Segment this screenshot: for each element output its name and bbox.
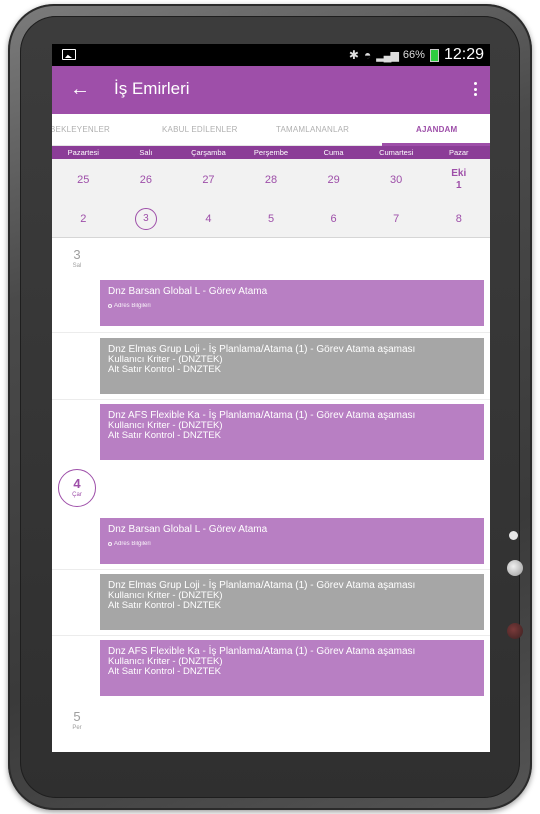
week-calendar: Pazartesi Salı Çarşamba Perşembe Cuma Cu… (52, 146, 490, 238)
calendar-day[interactable]: 7 (365, 202, 428, 236)
camera-sensor (509, 531, 518, 540)
day-name: Salı (139, 148, 153, 157)
clock: 12:29 (443, 46, 484, 63)
calendar-day[interactable]: 30 (365, 161, 428, 199)
calendar-day[interactable]: 4 (177, 202, 240, 236)
calendar-day[interactable]: 28 (240, 161, 303, 199)
overflow-menu-icon[interactable] (472, 79, 478, 99)
calendar-week-row: 25 26 27 28 29 30 Eki 1 (52, 161, 490, 199)
calendar-day[interactable]: 25 (52, 161, 115, 199)
pin-icon (108, 304, 112, 308)
event-address: Adres Bilgileri (108, 303, 476, 309)
status-bar: ✱ ◓ ▂▄▆ 66% 12:29 (52, 44, 490, 66)
event-line: Alt Satır Kontrol - DNZTEK (108, 430, 221, 441)
day-name: Perşembe (253, 148, 289, 157)
day-name: Pazartesi (67, 148, 99, 157)
calendar-day[interactable]: 26 (115, 161, 178, 199)
day-of-week: Sal (72, 263, 82, 269)
side-button[interactable] (507, 560, 523, 576)
bluetooth-icon: ✱ (348, 48, 359, 62)
address-label: Adres Bilgileri (114, 303, 151, 309)
agenda-event[interactable]: Dnz AFS Flexible Ka - İş Planlama/Atama … (100, 640, 484, 696)
tab-bar: BEKLEYENLER KABUL EDİLENLER TAMAMLANANLA… (52, 114, 490, 146)
calendar-day[interactable]: 6 (302, 202, 365, 236)
day-number: 4 (73, 476, 81, 491)
day-number: 3 (73, 247, 81, 262)
address-label: Adres Bilgileri (114, 541, 151, 547)
agenda-event[interactable]: Dnz Elmas Grup Loji - İş Planlama/Atama … (100, 574, 484, 630)
day-name: Pazar (448, 148, 469, 157)
calendar-day[interactable]: 27 (177, 161, 240, 199)
month-day: 1 (455, 180, 462, 191)
day-of-week: Per (72, 725, 82, 731)
agenda-day-label-today: 4 Çar (58, 469, 96, 507)
battery-percent: 66% (402, 49, 425, 61)
calendar-day[interactable]: 5 (240, 202, 303, 236)
month-label: Eki (451, 168, 467, 179)
app-toolbar: ← İş Emirleri (52, 66, 490, 114)
tab-bekleyenler[interactable]: BEKLEYENLER (52, 125, 110, 134)
event-title: Dnz Barsan Global L - Görev Atama (108, 286, 268, 297)
day-number: 5 (73, 709, 81, 724)
tab-ajandam[interactable]: AJANDAM (416, 125, 457, 134)
calendar-day-month-start[interactable]: Eki 1 (427, 161, 490, 199)
agenda-event[interactable]: Dnz Barsan Global L - Görev Atama Adres … (100, 518, 484, 564)
wifi-icon: ◓ (363, 48, 372, 62)
day-name: Cuma (323, 148, 344, 157)
divider (52, 399, 490, 400)
app-screen: ✱ ◓ ▂▄▆ 66% 12:29 ← İş Emirleri BEKLEYEN… (52, 44, 490, 752)
day-name: Çarşamba (191, 148, 226, 157)
calendar-day[interactable]: 2 (52, 202, 115, 236)
page-title: İş Emirleri (114, 79, 190, 98)
event-line: Alt Satır Kontrol - DNZTEK (108, 666, 221, 677)
agenda-event[interactable]: Dnz AFS Flexible Ka - İş Planlama/Atama … (100, 404, 484, 460)
signal-icon: ▂▄▆ (376, 49, 399, 62)
calendar-week-row: 2 3 4 5 6 7 8 (52, 202, 490, 236)
tab-tamamlananlar[interactable]: TAMAMLANANLAR (276, 125, 349, 134)
agenda-day-label: 3 Sal (62, 248, 92, 270)
day-name: Cumartesi (379, 148, 414, 157)
agenda-list: 3 Sal Dnz Barsan Global L - Görev Atama … (52, 238, 490, 752)
day-of-week: Çar (72, 492, 82, 498)
agenda-day-label: 5 Per (62, 710, 92, 732)
event-line: Alt Satır Kontrol - DNZTEK (108, 600, 221, 611)
event-line: Alt Satır Kontrol - DNZTEK (108, 364, 221, 375)
pin-icon (108, 542, 112, 546)
divider (52, 635, 490, 636)
agenda-event[interactable]: Dnz Barsan Global L - Görev Atama Adres … (100, 280, 484, 326)
calendar-day-selected[interactable]: 3 (115, 202, 178, 236)
divider (52, 332, 490, 333)
event-title: Dnz Barsan Global L - Görev Atama (108, 524, 268, 535)
tab-kabul-edilenler[interactable]: KABUL EDİLENLER (162, 125, 238, 134)
back-arrow-icon[interactable]: ← (70, 78, 90, 100)
agenda-event[interactable]: Dnz Elmas Grup Loji - İş Planlama/Atama … (100, 338, 484, 394)
event-address: Adres Bilgileri (108, 541, 476, 547)
image-icon (62, 49, 76, 60)
calendar-day[interactable]: 29 (302, 161, 365, 199)
selected-day-circle: 3 (134, 208, 157, 230)
calendar-day[interactable]: 8 (427, 202, 490, 236)
battery-icon (429, 48, 439, 62)
divider (52, 569, 490, 570)
day-names-row: Pazartesi Salı Çarşamba Perşembe Cuma Cu… (52, 146, 490, 159)
side-button-red[interactable] (507, 623, 523, 639)
